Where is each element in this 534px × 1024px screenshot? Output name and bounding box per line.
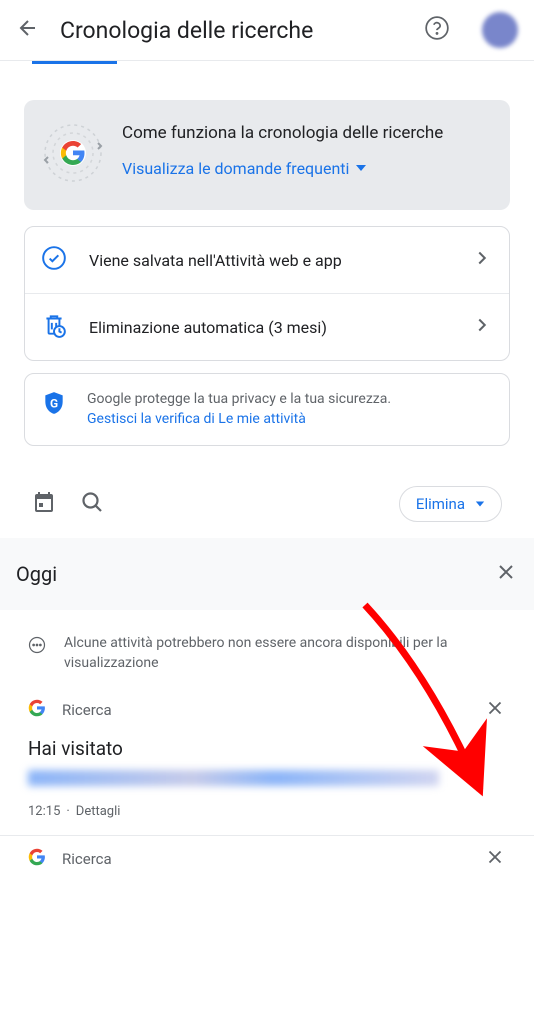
page-title: Cronologia delle ricerche	[60, 17, 404, 44]
activity-app-name: Ricerca	[62, 850, 468, 868]
search-icon[interactable]	[80, 490, 104, 518]
activity-details-link[interactable]: Dettagli	[76, 804, 121, 819]
caret-down-icon	[475, 499, 485, 509]
privacy-link[interactable]: Gestisci la verifica di Le mie attività	[87, 411, 306, 427]
auto-delete-icon	[41, 312, 67, 342]
google-g-icon	[28, 848, 46, 870]
delete-activity-icon[interactable]	[484, 697, 506, 723]
more-circle-icon	[28, 636, 46, 658]
info-card: Come funziona la cronologia delle ricerc…	[24, 100, 510, 210]
settings-card: Viene salvata nell'Attività web e app El…	[24, 226, 510, 361]
back-arrow-icon[interactable]	[16, 16, 40, 44]
activity-item: Ricerca Hai visitato 12:15 · Dettagli	[16, 687, 518, 825]
activity-meta: 12:15 · Dettagli	[28, 804, 506, 819]
activity-visited-label: Hai visitato	[28, 737, 506, 760]
google-g-icon	[28, 699, 46, 721]
close-icon[interactable]	[494, 560, 518, 588]
notice-text: Alcune attività potrebbero non essere an…	[64, 634, 506, 673]
activity-toolbar: Elimina	[16, 458, 518, 538]
chevron-right-icon	[471, 314, 493, 340]
app-header: Cronologia delle ricerche	[0, 0, 534, 61]
faq-link[interactable]: Visualizza le domande frequenti	[122, 159, 492, 178]
checkmark-circle-icon	[41, 245, 67, 275]
delete-button[interactable]: Elimina	[399, 486, 502, 522]
auto-delete-label: Eliminazione automatica (3 mesi)	[89, 318, 449, 337]
svg-text:G: G	[50, 396, 58, 410]
today-section-header: Oggi	[0, 538, 534, 610]
saved-activity-label: Viene salvata nell'Attività web e app	[89, 251, 449, 270]
faq-link-label: Visualizza le domande frequenti	[122, 159, 349, 178]
calendar-icon[interactable]	[32, 490, 56, 518]
delete-button-label: Elimina	[416, 495, 465, 513]
privacy-text: Google protegge la tua privacy e la tua …	[87, 390, 391, 429]
availability-notice: Alcune attività potrebbero non essere an…	[16, 610, 518, 687]
activity-time: 12:15	[28, 804, 60, 819]
activity-app-name: Ricerca	[62, 701, 468, 719]
avatar[interactable]	[482, 12, 518, 48]
shield-icon: G	[41, 390, 67, 420]
activity-item: Ricerca	[16, 836, 518, 878]
activity-url-redacted	[28, 770, 439, 786]
privacy-description: Google protegge la tua privacy e la tua …	[87, 391, 391, 407]
caret-down-icon	[355, 162, 367, 174]
today-label: Oggi	[16, 562, 494, 586]
privacy-card: G Google protegge la tua privacy e la tu…	[24, 373, 510, 446]
saved-activity-row[interactable]: Viene salvata nell'Attività web e app	[25, 227, 509, 293]
help-icon[interactable]	[424, 15, 450, 45]
google-logo-icon	[42, 122, 104, 188]
delete-activity-icon[interactable]	[484, 846, 506, 872]
auto-delete-row[interactable]: Eliminazione automatica (3 mesi)	[25, 293, 509, 360]
info-card-title: Come funziona la cronologia delle ricerc…	[122, 122, 492, 145]
chevron-right-icon	[471, 247, 493, 273]
